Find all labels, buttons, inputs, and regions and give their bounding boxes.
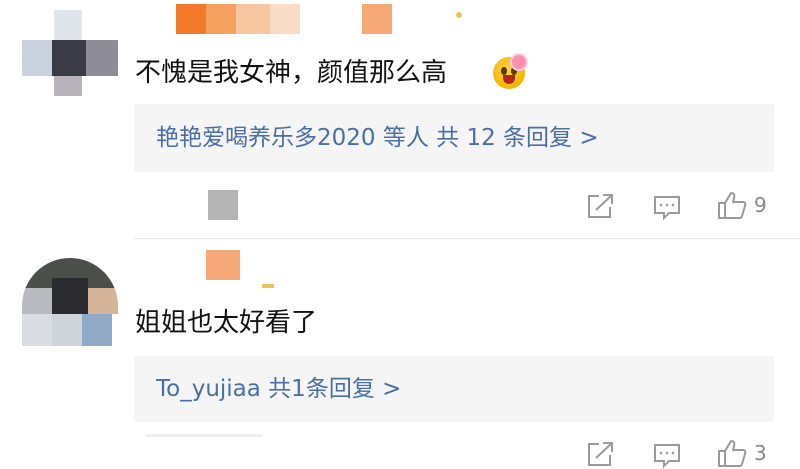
comment-button[interactable] [652,193,682,221]
avatar[interactable] [22,258,118,346]
thumbs-up-icon [716,438,748,468]
like-count: 3 [754,441,767,465]
reply-summary-link[interactable]: To_yujiaa 共1条回复 > [156,374,401,404]
comment-icon [652,441,682,469]
share-button[interactable] [586,192,616,220]
divider [134,238,800,239]
comment-button[interactable] [652,441,682,469]
share-icon [586,192,616,220]
comment-meta [146,434,262,437]
reply-summary-link[interactable]: 艳艳爱喝养乐多2020 等人 共 12 条回复 > [156,123,599,153]
like-button[interactable]: 9 [716,190,767,220]
comment-text: 不愧是我女神，颜值那么高 [135,58,448,88]
star-struck-flower-emoji [493,53,529,91]
user-badge [456,12,462,18]
like-count: 9 [754,193,767,217]
avatar[interactable] [22,10,118,96]
comment-text: 姐姐也太好看了 [135,308,318,338]
like-button[interactable]: 3 [716,438,767,468]
thumbs-up-icon [716,190,748,220]
username[interactable] [176,4,396,36]
comment-icon [652,193,682,221]
share-button[interactable] [586,440,616,468]
user-badge [262,284,274,288]
comment-meta [208,190,238,220]
share-icon [586,440,616,468]
reply-preview-box[interactable]: 艳艳爱喝养乐多2020 等人 共 12 条回复 > [134,104,774,172]
username[interactable] [206,250,240,280]
reply-preview-box[interactable]: To_yujiaa 共1条回复 > [134,356,774,422]
